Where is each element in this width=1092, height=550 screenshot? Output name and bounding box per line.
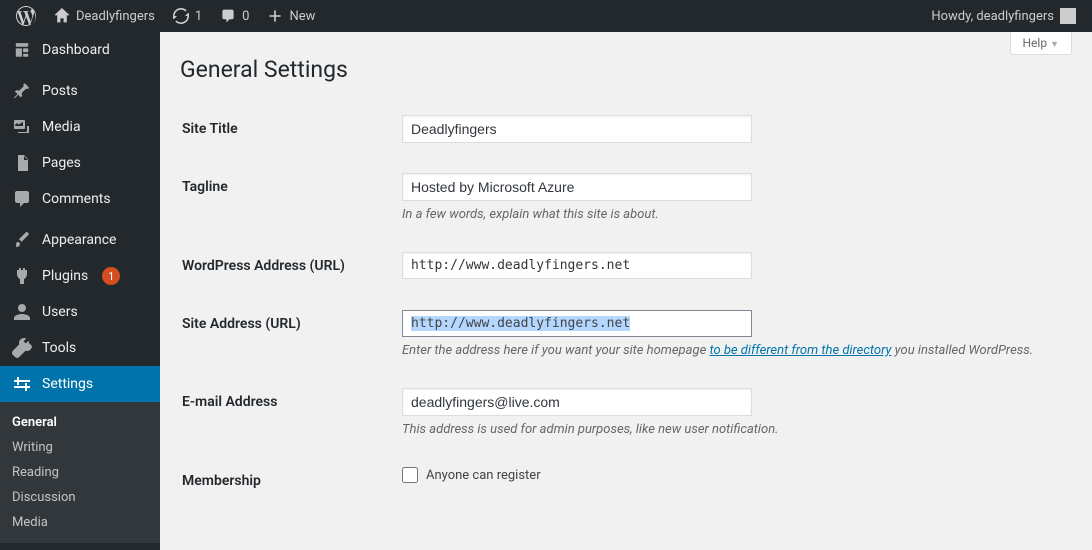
label-email: E-mail Address: [182, 376, 402, 428]
avatar: [1060, 8, 1076, 24]
sidebar-item-pages[interactable]: Pages: [0, 145, 160, 181]
label-membership: Membership: [182, 455, 402, 507]
sidebar-item-dashboard[interactable]: Dashboard: [0, 32, 160, 68]
plus-icon: [267, 8, 283, 24]
label-site-title: Site Title: [182, 103, 402, 155]
chevron-down-icon: ▼: [1050, 40, 1059, 50]
admin-sidebar: Dashboard Posts Media Pages Comments App…: [0, 32, 160, 550]
plugin-icon: [12, 266, 32, 286]
sidebar-label: Plugins: [42, 268, 88, 284]
help-tab[interactable]: Help ▼: [1010, 32, 1073, 55]
sidebar-item-comments[interactable]: Comments: [0, 181, 160, 217]
site-url-desc: Enter the address here if you want your …: [402, 343, 1042, 358]
submenu-discussion[interactable]: Discussion: [0, 485, 160, 510]
email-desc: This address is used for admin purposes,…: [402, 422, 1042, 437]
new-label: New: [289, 9, 315, 24]
site-name: Deadlyfingers: [76, 9, 155, 24]
sidebar-label: Comments: [42, 191, 111, 207]
wordpress-icon: [16, 6, 36, 26]
plugins-update-badge: 1: [102, 267, 120, 285]
site-url-input[interactable]: http://www.deadlyfingers.net: [402, 310, 752, 337]
tagline-input[interactable]: [402, 173, 752, 201]
home-icon: [54, 8, 70, 24]
dashboard-icon: [12, 40, 32, 60]
sidebar-label: Pages: [42, 155, 81, 171]
main-content: Help ▼ General Settings Site Title Tagli…: [160, 32, 1092, 550]
sidebar-label: Dashboard: [42, 42, 110, 58]
sidebar-item-media[interactable]: Media: [0, 109, 160, 145]
sidebar-item-settings[interactable]: Settings: [0, 366, 160, 402]
comments-menu[interactable]: 0: [212, 0, 257, 32]
brush-icon: [12, 230, 32, 250]
site-name-menu[interactable]: Deadlyfingers: [46, 0, 163, 32]
wp-url-input[interactable]: [402, 252, 752, 279]
label-site-url: Site Address (URL): [182, 298, 402, 350]
submenu-writing[interactable]: Writing: [0, 435, 160, 460]
sidebar-label: Settings: [42, 376, 93, 392]
label-wp-url: WordPress Address (URL): [182, 240, 402, 292]
submenu-reading[interactable]: Reading: [0, 460, 160, 485]
sidebar-item-appearance[interactable]: Appearance: [0, 222, 160, 258]
email-input[interactable]: [402, 388, 752, 416]
update-icon: [173, 8, 189, 24]
label-tagline: Tagline: [182, 161, 402, 213]
settings-submenu: General Writing Reading Discussion Media: [0, 402, 160, 543]
comments-icon: [12, 189, 32, 209]
page-icon: [12, 153, 32, 173]
submenu-general[interactable]: General: [0, 410, 160, 435]
user-icon: [12, 302, 32, 322]
sidebar-item-users[interactable]: Users: [0, 294, 160, 330]
wp-logo-menu[interactable]: [8, 0, 44, 32]
new-content-menu[interactable]: New: [259, 0, 323, 32]
tagline-desc: In a few words, explain what this site i…: [402, 207, 1042, 222]
submenu-media[interactable]: Media: [0, 510, 160, 535]
site-title-input[interactable]: [402, 115, 752, 143]
comment-icon: [220, 8, 236, 24]
sidebar-label: Users: [42, 304, 78, 320]
media-icon: [12, 117, 32, 137]
pin-icon: [12, 81, 32, 101]
membership-checkbox[interactable]: [402, 467, 418, 483]
sidebar-label: Tools: [42, 340, 76, 356]
sidebar-item-tools[interactable]: Tools: [0, 330, 160, 366]
comments-count: 0: [242, 9, 249, 24]
user-menu[interactable]: Howdy, deadlyfingers: [923, 0, 1084, 32]
greeting-text: Howdy, deadlyfingers: [931, 9, 1054, 24]
updates-count: 1: [195, 9, 202, 24]
sliders-icon: [12, 374, 32, 394]
wrench-icon: [12, 338, 32, 358]
updates-menu[interactable]: 1: [165, 0, 210, 32]
sidebar-label: Appearance: [42, 232, 116, 248]
page-title: General Settings: [180, 42, 1072, 87]
sidebar-label: Posts: [42, 83, 78, 99]
membership-checkbox-label: Anyone can register: [426, 468, 541, 483]
site-url-desc-link[interactable]: to be different from the directory: [709, 343, 891, 358]
sidebar-label: Media: [42, 119, 81, 135]
admin-toolbar: Deadlyfingers 1 0 New Howdy, deadlyfinge…: [0, 0, 1092, 32]
sidebar-item-posts[interactable]: Posts: [0, 73, 160, 109]
sidebar-item-plugins[interactable]: Plugins 1: [0, 258, 160, 294]
